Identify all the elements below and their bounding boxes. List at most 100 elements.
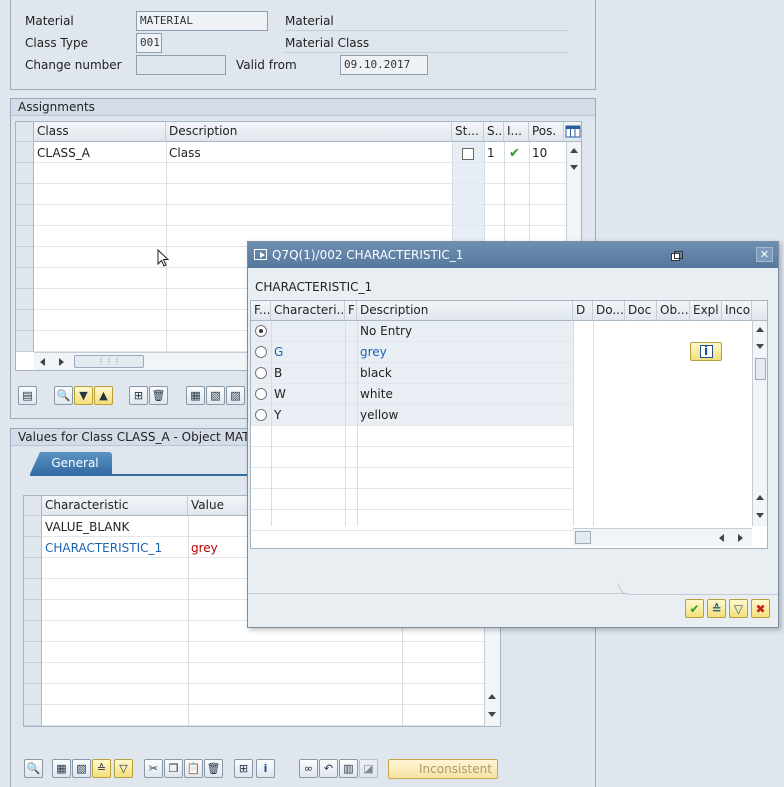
deselect-icon[interactable]: ▧ bbox=[72, 759, 91, 778]
assign-row-description[interactable]: Class bbox=[166, 143, 452, 164]
scroll-left-icon[interactable] bbox=[719, 534, 724, 542]
scroll-up-icon[interactable] bbox=[756, 327, 764, 332]
row-selector[interactable] bbox=[16, 331, 34, 352]
sort-down-icon[interactable]: ▼ bbox=[74, 386, 93, 405]
row-selector[interactable] bbox=[16, 247, 34, 268]
tab-general[interactable]: General bbox=[30, 452, 112, 474]
table-settings-icon[interactable] bbox=[564, 122, 581, 142]
table-icon[interactable]: ▥ bbox=[339, 759, 358, 778]
info-icon[interactable]: i bbox=[256, 759, 275, 778]
col-doc[interactable]: Doc bbox=[625, 301, 657, 321]
material-field[interactable]: MATERIAL bbox=[136, 11, 268, 31]
assign-row-class[interactable]: CLASS_A bbox=[34, 143, 166, 164]
assign-row-pos[interactable]: 10 bbox=[529, 143, 564, 164]
value-radio[interactable] bbox=[255, 388, 267, 400]
select-block-icon[interactable]: ▨ bbox=[226, 386, 245, 405]
value-code[interactable]: G bbox=[271, 342, 345, 363]
col-f[interactable]: F... bbox=[251, 301, 271, 321]
value-code[interactable]: W bbox=[271, 384, 345, 405]
row-selector[interactable] bbox=[16, 268, 34, 289]
scroll-down-icon[interactable] bbox=[570, 165, 578, 170]
value-radio[interactable] bbox=[255, 409, 267, 421]
insert-row-icon[interactable]: ⊞ bbox=[129, 386, 148, 405]
scroll-down-icon[interactable] bbox=[488, 712, 496, 717]
change-number-field[interactable] bbox=[136, 55, 226, 75]
row-selector[interactable] bbox=[24, 663, 42, 684]
scroll-thumb[interactable] bbox=[575, 531, 591, 544]
inconsistent-button[interactable]: Inconsistent bbox=[388, 759, 498, 779]
scroll-down-icon[interactable] bbox=[756, 513, 764, 518]
col-ob[interactable]: Ob... bbox=[657, 301, 690, 321]
sort-icon[interactable]: ≙ bbox=[707, 599, 726, 618]
sort-up-icon[interactable]: ▲ bbox=[94, 386, 113, 405]
value-radio[interactable] bbox=[255, 367, 267, 379]
scroll-down-icon[interactable] bbox=[756, 344, 764, 349]
scroll-thumb[interactable]: ⋮⋮⋮ bbox=[74, 355, 144, 368]
scroll-up-icon[interactable] bbox=[570, 148, 578, 153]
insert-row-icon[interactable]: ⊞ bbox=[234, 759, 253, 778]
popup-vscroll[interactable] bbox=[752, 321, 767, 526]
popup-hscroll[interactable] bbox=[573, 528, 752, 546]
paste-icon[interactable]: 📋 bbox=[184, 759, 203, 778]
row-selector[interactable] bbox=[24, 705, 42, 726]
row-selector[interactable] bbox=[16, 310, 34, 331]
value-code[interactable]: B bbox=[271, 363, 345, 384]
cut-icon[interactable]: ✂ bbox=[144, 759, 163, 778]
col-s[interactable]: S... bbox=[484, 122, 504, 142]
row-selector[interactable] bbox=[24, 621, 42, 642]
row-selector[interactable] bbox=[24, 600, 42, 621]
value-description[interactable]: white bbox=[357, 384, 573, 405]
scroll-thumb[interactable] bbox=[755, 358, 766, 380]
col-characteristic[interactable]: Characteri... bbox=[271, 301, 345, 321]
delete-icon[interactable]: 🗑 bbox=[149, 386, 168, 405]
undo-icon[interactable]: ↶ bbox=[319, 759, 338, 778]
restore-icon[interactable] bbox=[671, 251, 683, 262]
scroll-up-icon[interactable] bbox=[756, 495, 764, 500]
delete-icon[interactable]: 🗑 bbox=[204, 759, 223, 778]
row-selector[interactable] bbox=[16, 289, 34, 310]
value-description[interactable]: yellow bbox=[357, 405, 573, 426]
valid-from-field[interactable]: 09.10.2017 bbox=[340, 55, 428, 75]
row-selector[interactable] bbox=[24, 537, 42, 558]
col-expl[interactable]: Expl bbox=[690, 301, 722, 321]
col-d[interactable]: D bbox=[573, 301, 593, 321]
col-status[interactable]: St... bbox=[452, 122, 484, 142]
col-f2[interactable]: F bbox=[345, 301, 357, 321]
confirm-icon[interactable]: ✔ bbox=[685, 599, 704, 618]
row-selector[interactable] bbox=[16, 205, 34, 226]
row-selector[interactable] bbox=[16, 226, 34, 247]
class-type-field[interactable]: 001 bbox=[136, 33, 162, 53]
select-all-icon[interactable]: ▦ bbox=[52, 759, 71, 778]
row-selector[interactable] bbox=[24, 684, 42, 705]
select-all-corner[interactable] bbox=[24, 496, 42, 516]
col-pos[interactable]: Pos. bbox=[529, 122, 564, 142]
row-selector[interactable] bbox=[24, 642, 42, 663]
value-row-characteristic[interactable]: VALUE_BLANK bbox=[42, 517, 188, 538]
select-all-icon[interactable]: ▦ bbox=[186, 386, 205, 405]
col-description[interactable]: Description bbox=[166, 122, 452, 142]
assign-row-status-checkbox[interactable] bbox=[462, 148, 474, 160]
deselect-icon[interactable]: ▧ bbox=[206, 386, 225, 405]
close-icon[interactable]: ✕ bbox=[756, 247, 773, 262]
row-selector[interactable] bbox=[24, 516, 42, 537]
select-all-corner[interactable] bbox=[752, 301, 767, 321]
scroll-right-icon[interactable] bbox=[59, 358, 64, 366]
find-icon[interactable]: 🔍 bbox=[24, 759, 43, 778]
row-selector[interactable] bbox=[16, 184, 34, 205]
copy-icon[interactable]: ❐ bbox=[164, 759, 183, 778]
value-radio[interactable] bbox=[255, 346, 267, 358]
scroll-up-icon[interactable] bbox=[488, 694, 496, 699]
col-i[interactable]: I... bbox=[504, 122, 529, 142]
binoculars-icon[interactable]: ∞ bbox=[299, 759, 318, 778]
value-description[interactable]: No Entry bbox=[357, 321, 573, 342]
col-class[interactable]: Class bbox=[34, 122, 166, 142]
detail-icon[interactable]: ▤ bbox=[18, 386, 37, 405]
row-selector[interactable] bbox=[24, 558, 42, 579]
row-selector[interactable] bbox=[16, 142, 34, 163]
row-selector[interactable] bbox=[16, 163, 34, 184]
value-description[interactable]: black bbox=[357, 363, 573, 384]
filter-icon[interactable]: ▽ bbox=[729, 599, 748, 618]
value-row-characteristic[interactable]: CHARACTERISTIC_1 bbox=[42, 538, 188, 559]
find-icon[interactable]: 🔍 bbox=[54, 386, 73, 405]
info-icon[interactable]: i bbox=[690, 342, 722, 361]
